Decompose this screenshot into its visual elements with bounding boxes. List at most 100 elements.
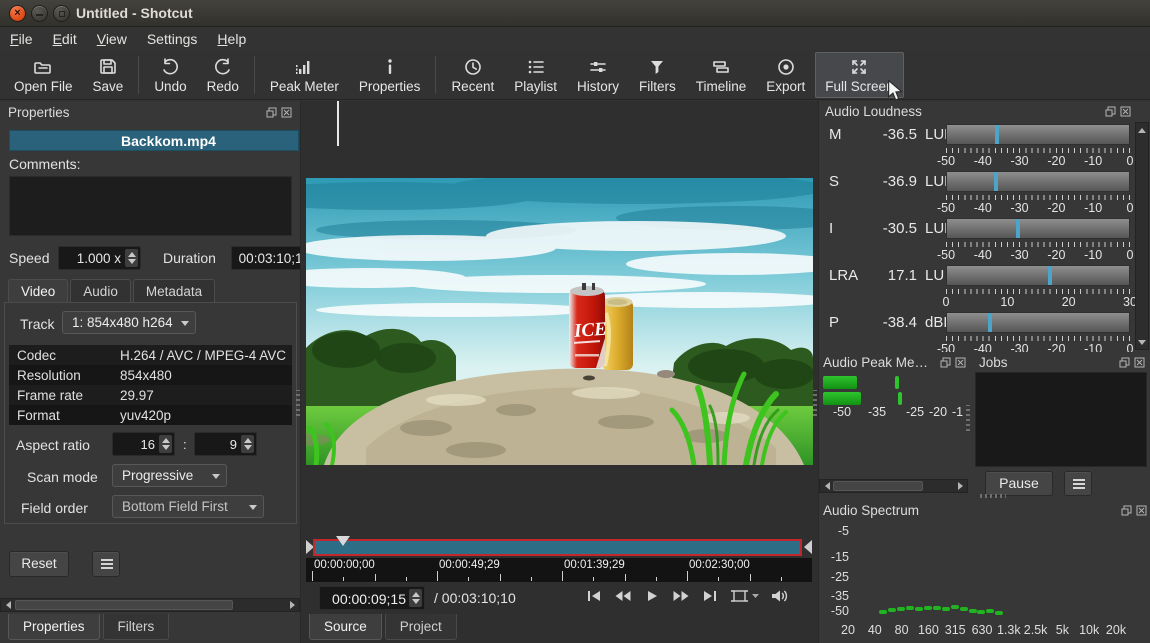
menu-item-edit[interactable]: Edit xyxy=(43,28,87,50)
float-panel-icon[interactable] xyxy=(266,107,277,118)
close-panel-icon[interactable] xyxy=(1120,106,1131,117)
jobs-title: Jobs xyxy=(979,355,1008,370)
scrollbar-thumb[interactable] xyxy=(833,481,923,491)
undo-button[interactable]: Undo xyxy=(144,52,196,98)
menu-item-settings[interactable]: Settings xyxy=(137,28,208,50)
scroll-right-arrow[interactable] xyxy=(286,599,298,611)
history-button[interactable]: History xyxy=(567,52,629,98)
menu-item-view[interactable]: View xyxy=(87,28,137,50)
scroll-left-arrow[interactable] xyxy=(2,599,14,611)
export-button[interactable]: Export xyxy=(756,52,815,98)
close-panel-icon[interactable] xyxy=(1134,357,1145,368)
redo-button[interactable]: Redo xyxy=(197,52,249,98)
window-maximize-button[interactable] xyxy=(53,5,70,22)
volume-button[interactable] xyxy=(770,588,790,604)
menu-item-file[interactable]: File xyxy=(0,28,43,50)
scroll-right-arrow[interactable] xyxy=(954,480,966,492)
scale-label: -20 xyxy=(1047,248,1065,262)
spectrum-level-dash xyxy=(879,610,887,614)
float-panel-icon[interactable] xyxy=(940,357,951,368)
timeline-button[interactable]: Timeline xyxy=(686,52,757,98)
timecode-spinner[interactable] xyxy=(409,589,422,607)
jobs-list[interactable] xyxy=(975,372,1147,467)
peak-meter-button[interactable]: Peak Meter xyxy=(260,52,349,98)
playhead-marker[interactable] xyxy=(336,536,350,546)
transport-controls xyxy=(584,588,790,604)
float-panel-icon[interactable] xyxy=(1119,357,1130,368)
scroll-down-arrow[interactable] xyxy=(1136,336,1148,348)
properties-hscrollbar[interactable] xyxy=(0,598,300,612)
reset-button[interactable]: Reset xyxy=(9,551,69,577)
close-panel-icon[interactable] xyxy=(281,107,292,118)
pause-button[interactable]: Pause xyxy=(985,471,1053,496)
aspect-width-spinner[interactable] xyxy=(159,435,172,453)
duration-input[interactable]: 00:03:10;10 xyxy=(231,246,301,270)
peak-hold-indicator xyxy=(898,392,902,405)
field-order-combo[interactable]: Bottom Field First xyxy=(112,495,264,518)
open-file-button[interactable]: Open File xyxy=(4,52,83,98)
out-point-marker[interactable] xyxy=(804,540,812,554)
aspect-ratio-separator: : xyxy=(183,437,187,452)
can-brand-text: ICE xyxy=(572,319,607,342)
scroll-left-arrow[interactable] xyxy=(821,480,833,492)
window-minimize-button[interactable] xyxy=(31,5,48,22)
filters-button[interactable]: Filters xyxy=(629,52,686,98)
scale-label: 0 xyxy=(1127,154,1134,168)
scale-label: 0 xyxy=(1127,248,1134,262)
float-panel-icon[interactable] xyxy=(1121,505,1132,516)
speed-spinner[interactable] xyxy=(125,249,138,267)
splitter-handle[interactable] xyxy=(813,390,817,416)
open-file-icon xyxy=(32,56,54,78)
fast-forward-button[interactable] xyxy=(671,588,691,604)
play-button[interactable] xyxy=(642,588,662,604)
peak-meter-hscrollbar[interactable] xyxy=(819,479,968,493)
spectrum-y-label: -25 xyxy=(821,570,849,584)
skip-start-button[interactable] xyxy=(584,588,604,604)
rewind-button[interactable] xyxy=(613,588,633,604)
aspect-width-input[interactable]: 16 xyxy=(112,432,175,456)
scan-mode-combo[interactable]: Progressive xyxy=(112,464,227,487)
selected-range[interactable] xyxy=(313,539,802,556)
comments-textarea[interactable] xyxy=(9,176,292,236)
jobs-panel: Jobs Pause xyxy=(971,352,1150,500)
menu-item-help[interactable]: Help xyxy=(207,28,256,50)
properties-button[interactable]: Properties xyxy=(349,52,431,98)
scroll-up-arrow[interactable] xyxy=(1136,124,1148,136)
tab-video[interactable]: Video xyxy=(8,279,68,304)
splitter-handle[interactable] xyxy=(296,390,300,416)
window-close-button[interactable]: × xyxy=(9,5,26,22)
jobs-menu-button[interactable] xyxy=(1064,471,1092,496)
splitter-handle[interactable] xyxy=(980,494,1006,498)
aspect-height-input[interactable]: 9 xyxy=(194,432,257,456)
dock-tab-filters[interactable]: Filters xyxy=(103,614,170,640)
close-panel-icon[interactable] xyxy=(955,357,966,368)
save-button[interactable]: Save xyxy=(83,52,134,98)
skip-end-button[interactable] xyxy=(700,588,720,604)
timecode-input[interactable]: 00:00:09;15 xyxy=(319,586,425,610)
speed-input[interactable]: 1.000 x xyxy=(58,246,141,270)
playlist-icon xyxy=(526,56,546,78)
zoom-fit-button[interactable] xyxy=(729,588,761,604)
float-panel-icon[interactable] xyxy=(1105,106,1116,117)
player-tab-project[interactable]: Project xyxy=(385,614,457,640)
dock-tab-properties[interactable]: Properties xyxy=(8,614,100,640)
toolbar-button-label: Full Screen xyxy=(825,79,893,94)
properties-menu-button[interactable] xyxy=(92,551,120,577)
recent-button[interactable]: Recent xyxy=(441,52,504,98)
scrollbar-thumb[interactable] xyxy=(15,600,233,610)
close-panel-icon[interactable] xyxy=(1136,505,1147,516)
scale-label: -30 xyxy=(1011,248,1029,262)
peak-hold-indicator xyxy=(895,376,899,389)
loudness-vscrollbar[interactable] xyxy=(1135,122,1149,350)
video-preview[interactable]: ICE xyxy=(306,178,813,465)
splitter-handle[interactable] xyxy=(966,405,970,431)
player-tab-source[interactable]: Source xyxy=(309,614,382,640)
tab-audio[interactable]: Audio xyxy=(70,279,131,304)
playlist-button[interactable]: Playlist xyxy=(504,52,567,98)
aspect-height-spinner[interactable] xyxy=(241,435,254,453)
time-ruler[interactable]: 00:00:00;0000:00:49;2900:01:39;2900:02:3… xyxy=(306,558,812,582)
tab-metadata[interactable]: Metadata xyxy=(133,279,215,304)
scrub-bar[interactable] xyxy=(306,536,812,558)
spectrum-y-label: -35 xyxy=(821,589,849,603)
track-combo[interactable]: 1: 854x480 h264 xyxy=(62,311,196,334)
